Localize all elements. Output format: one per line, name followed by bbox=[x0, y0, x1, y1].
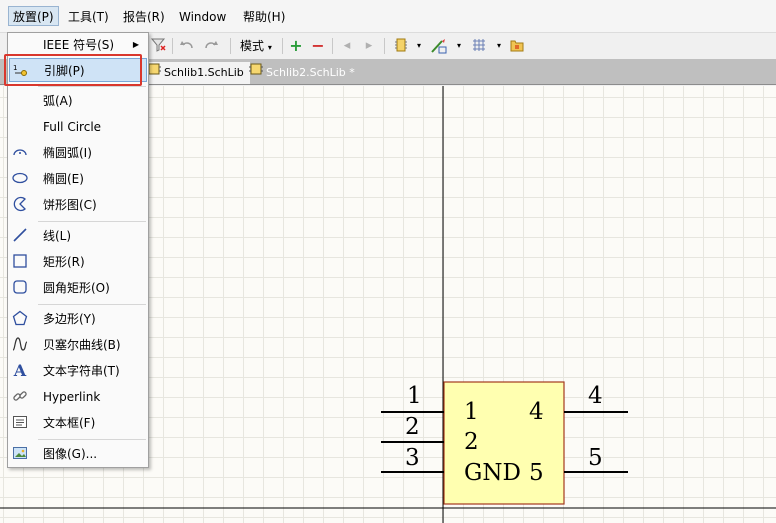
add-icon[interactable]: + bbox=[287, 37, 305, 55]
menu-item-hyperlink[interactable]: Hyperlink bbox=[9, 385, 147, 409]
menu-item-full-circle[interactable]: Full Circle bbox=[9, 115, 147, 139]
schlib-file-icon bbox=[249, 62, 263, 84]
text-string-icon: A bbox=[11, 362, 29, 380]
menu-window[interactable]: Window bbox=[175, 7, 230, 27]
menu-reports[interactable]: 报告(R) bbox=[119, 7, 169, 27]
component-icon[interactable] bbox=[392, 37, 410, 55]
remove-icon[interactable]: − bbox=[309, 37, 327, 55]
menu-item-elliptical-arc[interactable]: 椭圆弧(I) bbox=[9, 141, 147, 165]
pin-5-number: 5 bbox=[588, 445, 603, 471]
rectangle-icon bbox=[11, 253, 29, 271]
menu-item-line[interactable]: 线(L) bbox=[9, 224, 147, 248]
menu-item-pie[interactable]: 饼形图(C) bbox=[9, 193, 147, 217]
emphasis-highlight-box bbox=[4, 54, 142, 86]
menu-item-polygon[interactable]: 多边形(Y) bbox=[9, 307, 147, 331]
previous-icon[interactable]: ◂ bbox=[338, 37, 356, 55]
pin-4-number: 4 bbox=[588, 383, 603, 409]
grid-icon[interactable] bbox=[470, 37, 488, 55]
mode-dropdown[interactable]: 模式 ▾ bbox=[240, 38, 272, 56]
round-rectangle-icon bbox=[11, 279, 29, 297]
body-label-2: 2 bbox=[464, 429, 479, 455]
pin-1-number: 1 bbox=[407, 383, 422, 409]
body-label-5: 5 bbox=[529, 460, 544, 486]
text-frame-icon bbox=[11, 414, 29, 432]
undo-icon[interactable] bbox=[178, 37, 196, 55]
draw-tools-dropdown-arrow[interactable]: ▾ bbox=[450, 37, 468, 55]
menu-item-rectangle[interactable]: 矩形(R) bbox=[9, 250, 147, 274]
menu-item-text-string[interactable]: A 文本字符串(T) bbox=[9, 359, 147, 383]
ellipse-icon bbox=[11, 170, 29, 188]
line-icon bbox=[11, 227, 29, 245]
grid-dropdown-arrow[interactable]: ▾ bbox=[490, 37, 508, 55]
toolbar: 模式 ▾ + − ◂ ▸ ▾ ▾ ▾ bbox=[148, 33, 776, 59]
redo-icon[interactable] bbox=[202, 37, 220, 55]
draw-tools-icon[interactable] bbox=[430, 37, 448, 55]
schlib-file-icon bbox=[147, 62, 161, 84]
hyperlink-icon bbox=[11, 388, 29, 406]
menu-item-ellipse[interactable]: 椭圆(E) bbox=[9, 167, 147, 191]
polygon-icon bbox=[11, 310, 29, 328]
menu-help[interactable]: 帮助(H) bbox=[239, 7, 289, 27]
menu-item-arc[interactable]: 弧(A) bbox=[9, 89, 147, 113]
menu-tools[interactable]: 工具(T) bbox=[64, 7, 113, 27]
folder-icon[interactable] bbox=[508, 37, 526, 55]
place-menu-dropdown: IEEE 符号(S) ▶ 1 引脚(P) 弧(A) Full Circle 椭圆… bbox=[7, 32, 149, 468]
pie-icon bbox=[11, 196, 29, 214]
tab-schlib1[interactable]: Schlib1.SchLib bbox=[143, 62, 250, 84]
menu-item-round-rectangle[interactable]: 圆角矩形(O) bbox=[9, 276, 147, 300]
tab-schlib2[interactable]: Schlib2.SchLib * bbox=[245, 62, 361, 84]
menu-item-bezier[interactable]: 贝塞尔曲线(B) bbox=[9, 333, 147, 357]
next-icon[interactable]: ▸ bbox=[360, 37, 378, 55]
filter-icon[interactable] bbox=[150, 37, 168, 55]
body-label-gnd: GND bbox=[464, 460, 521, 486]
pin-2-number: 2 bbox=[405, 414, 420, 440]
bezier-icon bbox=[11, 336, 29, 354]
elliptical-arc-icon bbox=[11, 144, 29, 162]
image-icon bbox=[11, 445, 29, 463]
pin-3-number: 3 bbox=[405, 445, 420, 471]
component-dropdown-arrow[interactable]: ▾ bbox=[410, 37, 428, 55]
menu-item-text-frame[interactable]: 文本框(F) bbox=[9, 411, 147, 435]
menu-place[interactable]: 放置(P) bbox=[8, 6, 59, 26]
body-label-1: 1 bbox=[464, 399, 479, 425]
body-label-4: 4 bbox=[529, 399, 544, 425]
menu-bar: 放置(P) 工具(T) 报告(R) Window 帮助(H) bbox=[0, 0, 776, 33]
menu-item-image[interactable]: 图像(G)... bbox=[9, 442, 147, 466]
